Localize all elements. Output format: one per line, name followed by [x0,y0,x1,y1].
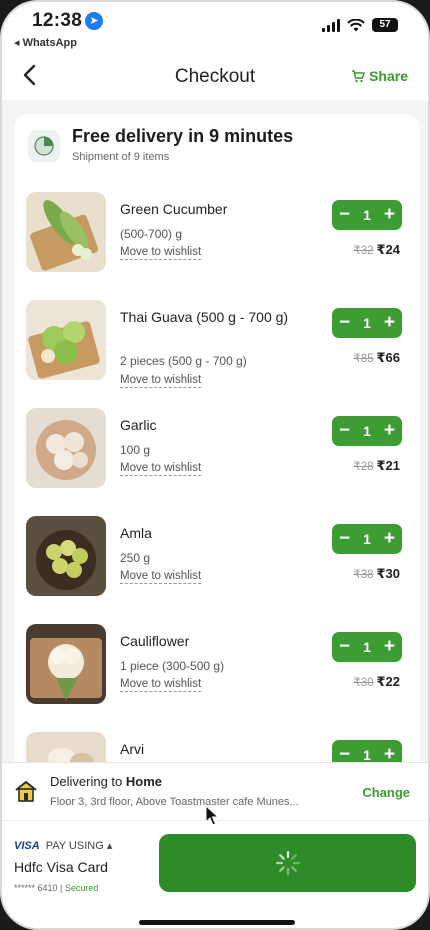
location-icon: ➤ [85,12,104,30]
increment-button[interactable]: + [384,637,395,656]
item-name: Cauliflower [120,633,190,649]
increment-button[interactable]: + [384,421,395,440]
quantity-stepper: − 1 + [332,200,402,230]
item-quantity: (500-700) g [120,227,183,241]
home-indicator [139,920,295,925]
item-price: ₹85 ₹66 [353,350,400,366]
move-to-wishlist-link[interactable]: Move to wishlist [120,462,202,476]
mrp: ₹32 [353,245,374,257]
delivering-prefix: Delivering to [50,774,123,789]
final-price: ₹66 [376,350,400,365]
item-count: 1 [363,423,371,439]
masked-card-number: ****** 6410 [14,883,58,893]
item-price: ₹38 ₹30 [353,566,400,582]
quantity-stepper: − 1 + [332,416,402,446]
delivery-header: Free delivery in 9 minutes Shipment of 9… [28,126,293,163]
quantity-stepper: − 1 + [332,524,402,554]
product-image [26,624,106,704]
delivery-title: Free delivery in 9 minutes [72,126,294,146]
signal-icon [322,18,340,32]
quantity-stepper: − 1 + [332,308,402,338]
phone-screen: 12:38 ➤ ◂ WhatsApp 57 Checkout Share Fre… [0,0,430,930]
item-name: Amla [120,525,152,541]
delivering-to-label: Delivering to Home [50,774,162,789]
item-quantity: 1 piece (300-500 g) [120,659,225,673]
item-name: Thai Guava (500 g - 700 g) [120,309,289,325]
home-icon [14,779,38,803]
mouse-cursor-icon [205,804,220,832]
place-order-button[interactable] [159,834,416,892]
final-price: ₹24 [376,242,400,257]
card-name: Hdfc Visa Card [14,859,108,875]
increment-button[interactable]: + [384,313,395,332]
pay-using-label: PAY USING ▴ [45,840,113,852]
item-quantity: 2 pieces (500 g - 700 g) [120,354,247,368]
visa-logo: VISA [14,839,40,852]
product-image [26,300,106,380]
item-count: 1 [363,747,371,763]
move-to-wishlist-link[interactable]: Move to wishlist [120,246,202,260]
final-price: ₹21 [376,458,400,473]
item-price: ₹28 ₹21 [353,458,400,474]
cart-icon [352,70,366,83]
product-image [26,408,106,488]
secured-label: Secured [64,883,99,893]
item-count: 1 [363,531,371,547]
delivery-subtitle: Shipment of 9 items [72,151,170,163]
delivery-address: Floor 3, 3rd floor, Above Toastmaster ca… [50,796,299,808]
status-indicators: 57 [322,18,398,32]
back-to-app-link[interactable]: ◂ WhatsApp [14,36,77,49]
item-name: Arvi [120,741,145,757]
shipment-card: Free delivery in 9 minutes Shipment of 9… [14,114,420,774]
product-image [26,192,106,272]
status-time: 12:38 ➤ [32,10,104,32]
increment-button[interactable]: + [384,529,395,548]
loading-spinner-icon [275,850,300,876]
mrp: ₹28 [353,461,374,473]
quantity-stepper: − 1 + [332,632,402,662]
item-count: 1 [363,207,371,223]
item-name: Green Cucumber [120,201,228,217]
battery-icon: 57 [372,18,398,32]
decrement-button[interactable]: − [339,421,350,440]
mrp: ₹85 [353,353,374,365]
item-count: 1 [363,639,371,655]
move-to-wishlist-link[interactable]: Move to wishlist [120,374,202,388]
card-number: ****** 6410 | Secured [14,883,99,893]
increment-button[interactable]: + [384,205,395,224]
item-quantity: 100 g [120,443,151,457]
wifi-icon [347,18,365,32]
checkout-header: Checkout Share [2,56,428,100]
decrement-button[interactable]: − [339,637,350,656]
item-price: ₹32 ₹24 [353,242,400,258]
item-count: 1 [363,315,371,331]
mrp: ₹38 [353,569,374,581]
move-to-wishlist-link[interactable]: Move to wishlist [120,570,202,584]
share-label: Share [369,68,408,84]
item-name: Garlic [120,417,157,433]
delivery-place: Home [125,774,163,789]
pay-using-selector[interactable]: VISA PAY USING ▴ [14,839,113,853]
change-address-button[interactable]: Change [362,785,410,800]
share-button[interactable]: Share [351,68,408,84]
decrement-button[interactable]: − [339,313,350,332]
product-image [26,516,106,596]
move-to-wishlist-link[interactable]: Move to wishlist [120,678,202,692]
payment-bar: VISA PAY USING ▴ Hdfc Visa Card ****** 6… [2,820,428,928]
decrement-button[interactable]: − [339,205,350,224]
item-price: ₹30 ₹22 [353,674,400,690]
mrp: ₹30 [353,677,374,689]
status-bar: 12:38 ➤ ◂ WhatsApp 57 [2,2,428,56]
time-text: 12:38 [32,10,83,31]
clock-icon [28,130,60,162]
final-price: ₹22 [376,674,400,689]
decrement-button[interactable]: − [339,529,350,548]
item-quantity: 250 g [120,551,151,565]
final-price: ₹30 [376,566,400,581]
